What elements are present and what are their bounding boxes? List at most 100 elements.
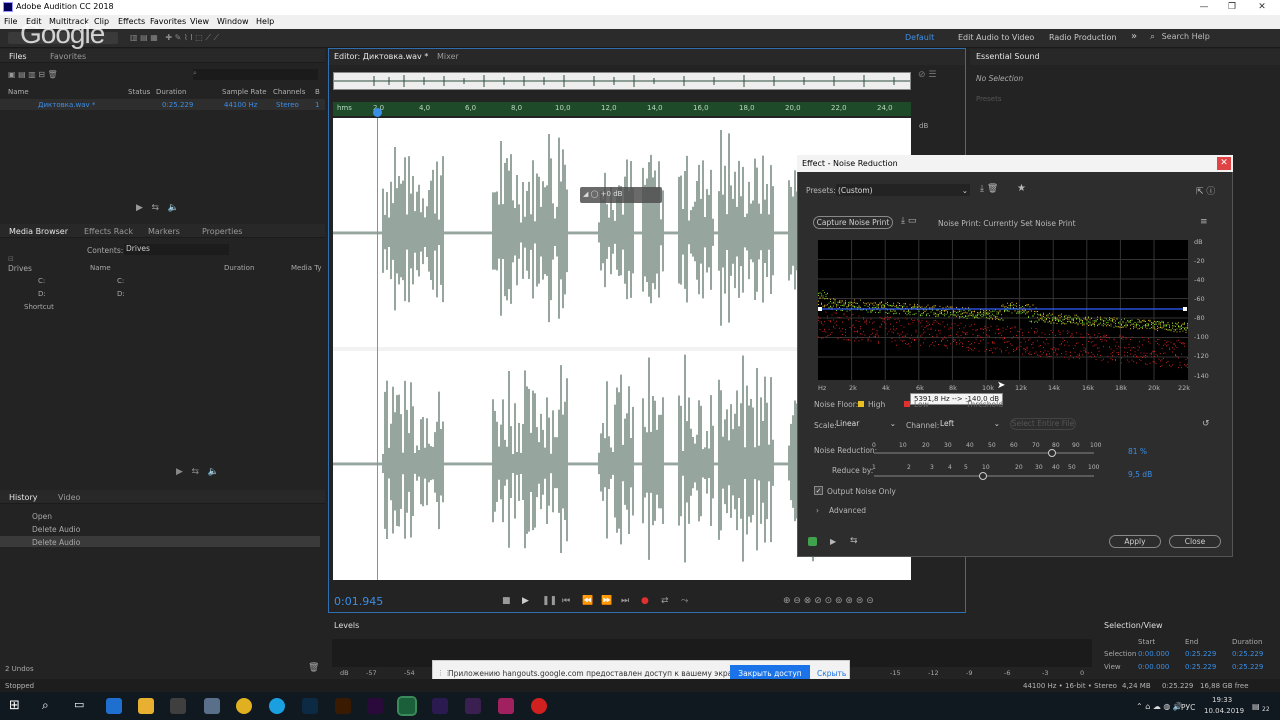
tray-icons[interactable]: ⌃ ⌂ ☁ ◍ 🔊 bbox=[1136, 702, 1183, 711]
power-toggle-icon[interactable] bbox=[808, 537, 817, 546]
media-transport-icons[interactable]: ▶ ⇆ 🔈 bbox=[176, 467, 219, 477]
favorite-star-icon[interactable]: ★ bbox=[1017, 183, 1026, 194]
files-col-bits[interactable]: B bbox=[315, 88, 320, 96]
threshold-handle[interactable] bbox=[818, 307, 822, 311]
view-start[interactable]: 0:00.000 bbox=[1138, 663, 1169, 671]
go-to-start-button[interactable]: ⏮ bbox=[562, 596, 570, 606]
tab-properties[interactable]: Properties bbox=[202, 227, 242, 236]
tree-shortcut[interactable]: Shortcut bbox=[24, 303, 54, 311]
pause-button[interactable]: ❚❚ bbox=[542, 596, 557, 606]
stop-button[interactable]: ■ bbox=[502, 596, 511, 606]
noise-reduction-slider[interactable] bbox=[874, 452, 1094, 454]
files-col-channels[interactable]: Channels bbox=[273, 88, 305, 96]
save-noise-print-icon[interactable]: ⤓ ▭ bbox=[901, 216, 916, 226]
workspace-default[interactable]: Default bbox=[905, 33, 934, 42]
waveform-overview[interactable] bbox=[333, 72, 911, 90]
history-item-selected[interactable]: Delete Audio bbox=[0, 536, 320, 547]
fast-forward-button[interactable]: ⏩ bbox=[601, 596, 612, 606]
time-ruler[interactable]: hms 2,0 4,0 6,0 8,0 10,0 12,0 14,0 16,0 … bbox=[333, 102, 911, 116]
dialog-close-icon[interactable]: ✕ bbox=[1217, 157, 1231, 170]
mail-icon[interactable] bbox=[204, 698, 220, 714]
workspace-radio-production[interactable]: Radio Production bbox=[1049, 33, 1117, 42]
tab-history[interactable]: History bbox=[9, 493, 37, 502]
close-button[interactable]: Close bbox=[1169, 535, 1221, 548]
windows-start-icon[interactable]: ⊞ bbox=[9, 698, 20, 713]
workspace-edit-audio-video[interactable]: Edit Audio to Video bbox=[958, 33, 1034, 42]
loop-preview-icon[interactable]: ⇆ bbox=[850, 536, 858, 546]
opera-icon[interactable] bbox=[531, 698, 547, 714]
dialog-options-icons[interactable]: ⇱ ⓘ bbox=[1196, 184, 1215, 197]
files-col-sample-rate[interactable]: Sample Rate bbox=[222, 88, 267, 96]
tab-media-browser[interactable]: Media Browser bbox=[9, 227, 68, 236]
task-view-icon[interactable]: ▭ bbox=[74, 698, 84, 711]
tab-effects-rack[interactable]: Effects Rack bbox=[84, 227, 133, 236]
files-col-name[interactable]: Name bbox=[8, 88, 29, 96]
selection-start[interactable]: 0:00.000 bbox=[1138, 650, 1169, 658]
menu-window[interactable]: Window bbox=[217, 17, 249, 26]
select-entire-file-button[interactable]: Select Entire File bbox=[1010, 418, 1076, 430]
media-item-c[interactable]: C: bbox=[117, 277, 124, 285]
skip-button[interactable]: ⤳ bbox=[681, 596, 688, 606]
zoom-navigator-icons[interactable]: ⊘ ☰ bbox=[918, 70, 936, 80]
files-col-duration[interactable]: Duration bbox=[156, 88, 186, 96]
adobe-media-encoder-icon[interactable] bbox=[465, 698, 481, 714]
search-help-field[interactable]: ⌕ Search Help bbox=[1150, 32, 1275, 45]
hide-share-bar-link[interactable]: Скрыть bbox=[817, 669, 846, 678]
view-end[interactable]: 0:25.229 bbox=[1185, 663, 1216, 671]
files-transport-icons[interactable]: ▶ ⇆ 🔈 bbox=[136, 203, 179, 213]
after-effects-icon[interactable] bbox=[432, 698, 448, 714]
media-item-d[interactable]: D: bbox=[117, 290, 125, 298]
store-icon[interactable] bbox=[170, 698, 186, 714]
scale-dropdown[interactable]: Linear ⌄ bbox=[836, 419, 898, 430]
media-col-type[interactable]: Media Ty bbox=[291, 264, 322, 272]
output-noise-only-checkbox[interactable]: ✓ bbox=[814, 486, 823, 495]
tab-files[interactable]: Files bbox=[9, 52, 27, 61]
current-time[interactable]: 0:01.945 bbox=[334, 595, 383, 608]
files-search-field[interactable]: ⌕ bbox=[193, 69, 318, 80]
maximize-button[interactable]: ❐ bbox=[1220, 0, 1244, 15]
legend-high[interactable]: High bbox=[868, 400, 885, 409]
contents-dropdown[interactable]: Drives bbox=[124, 244, 229, 255]
save-preset-icon[interactable]: ⤓ 🗑 bbox=[980, 184, 998, 194]
tree-drive-c[interactable]: C: bbox=[38, 277, 45, 285]
menu-help[interactable]: Help bbox=[256, 17, 274, 26]
tab-mixer[interactable]: Mixer bbox=[437, 52, 459, 61]
capture-noise-print-button[interactable]: Capture Noise Print bbox=[813, 216, 893, 229]
selection-duration[interactable]: 0:25.229 bbox=[1232, 650, 1263, 658]
edge-icon[interactable] bbox=[106, 698, 122, 714]
reset-icon[interactable]: ↺ bbox=[1202, 419, 1210, 429]
play-button[interactable]: ▶ bbox=[522, 596, 529, 606]
close-window-button[interactable]: ✕ bbox=[1250, 0, 1274, 15]
menu-view[interactable]: View bbox=[190, 17, 209, 26]
notification-center-icon[interactable]: ▤ bbox=[1252, 702, 1260, 711]
tab-favorites[interactable]: Favorites bbox=[50, 52, 86, 61]
rewind-button[interactable]: ⏪ bbox=[582, 596, 593, 606]
loop-button[interactable]: ⇄ bbox=[661, 596, 669, 606]
media-col-duration[interactable]: Duration bbox=[224, 264, 254, 272]
tree-drives[interactable]: Drives bbox=[8, 264, 32, 273]
legend-threshold[interactable]: Threshold bbox=[966, 400, 1003, 409]
skype-icon[interactable] bbox=[269, 698, 285, 714]
workspace-overflow-button[interactable]: » bbox=[1131, 31, 1137, 42]
media-col-name[interactable]: Name bbox=[90, 264, 111, 272]
reduce-by-slider-handle[interactable] bbox=[979, 472, 987, 480]
hud-volume[interactable]: ◢ ◯ +0 dB bbox=[580, 187, 662, 203]
chrome-icon[interactable] bbox=[236, 698, 252, 714]
noise-spectrum-graph[interactable] bbox=[818, 240, 1188, 380]
tab-markers[interactable]: Markers bbox=[148, 227, 180, 236]
channel-dropdown[interactable]: Left ⌄ bbox=[940, 419, 1002, 430]
noise-reduction-value[interactable]: 81 % bbox=[1128, 447, 1147, 456]
playhead[interactable] bbox=[377, 118, 378, 580]
presets-dropdown[interactable]: (Custom) ⌄ bbox=[836, 184, 970, 196]
tree-drive-d[interactable]: D: bbox=[38, 290, 46, 298]
menu-favorites[interactable]: Favorites bbox=[150, 17, 186, 26]
view-duration[interactable]: 0:25.229 bbox=[1232, 663, 1263, 671]
files-col-status[interactable]: Status bbox=[128, 88, 150, 96]
selection-end[interactable]: 0:25.229 bbox=[1185, 650, 1216, 658]
legend-low[interactable]: Low bbox=[914, 400, 929, 409]
noise-reduction-slider-handle[interactable] bbox=[1048, 449, 1056, 457]
go-to-end-button[interactable]: ⏭ bbox=[621, 596, 629, 606]
trash-icon[interactable]: 🗑 bbox=[308, 663, 319, 673]
history-item-delete-1[interactable]: Delete Audio bbox=[32, 525, 80, 534]
minimize-button[interactable]: — bbox=[1192, 0, 1216, 15]
